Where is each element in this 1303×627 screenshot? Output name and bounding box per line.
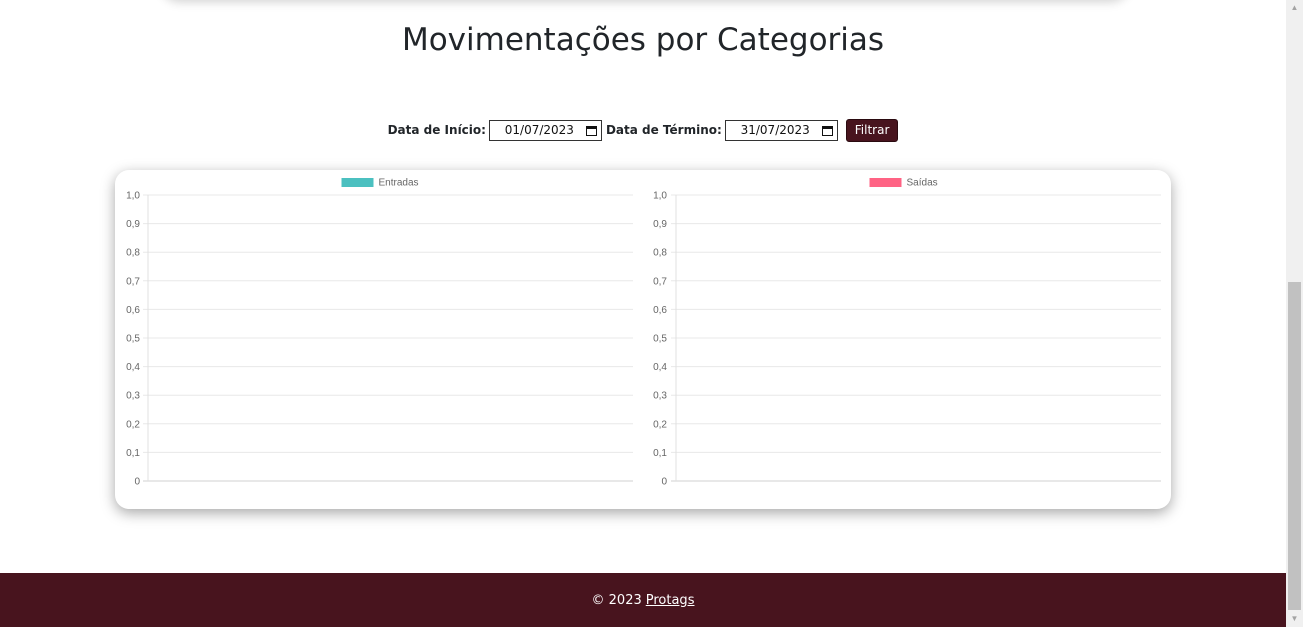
chart-svg: Saídas 0 0,1 0,2 0,3 0,4 0,5 0,6 0,7 0,8 0,9 1,0	[653, 178, 1161, 488]
y-tick-label: 0,8	[653, 248, 667, 259]
footer-link-protags[interactable]: Protags	[646, 593, 695, 608]
y-tick-label: 0,3	[126, 391, 140, 402]
y-tick-label: 0,5	[653, 334, 667, 345]
y-tick-label: 0,4	[653, 362, 667, 373]
y-tick-label: 0,4	[126, 362, 140, 373]
charts-card: Entradas 0 0,1 0,2 0,3 0,4 0,5 0,6 0,7 0,8 0,9 1,0 …	[115, 170, 1171, 509]
calendar-icon[interactable]	[585, 125, 597, 136]
y-tick-label: 0,6	[126, 305, 140, 316]
page-title: Movimentações por Categorias	[401, 22, 885, 58]
y-tick-label: 0,8	[126, 248, 140, 259]
y-tick-label: 0,3	[653, 391, 667, 402]
entradas-chart: Entradas 0 0,1 0,2 0,3 0,4 0,5 0,6 0,7 0,8 0,9 1,0	[115, 170, 640, 509]
y-tick-label: 0,6	[653, 305, 667, 316]
end-date-value: 31/07/2023	[740, 123, 810, 137]
date-filter-bar: Data de Início: 01/07/2023 Data de Térmi…	[0, 118, 1286, 142]
y-tick-label: 0	[134, 477, 140, 488]
legend-label[interactable]: Entradas	[379, 178, 419, 189]
y-tick-label: 1,0	[653, 191, 667, 202]
chart-svg: Entradas 0 0,1 0,2 0,3 0,4 0,5 0,6 0,7 0,8 0,9 1,0	[126, 178, 633, 488]
y-tick-label: 0	[661, 477, 667, 488]
y-tick-label: 0,5	[126, 334, 140, 345]
footer-copyright: © 2023	[591, 592, 642, 608]
scroll-down-icon[interactable]: ▼	[1288, 611, 1301, 626]
y-tick-label: 1,0	[126, 191, 140, 202]
filter-button[interactable]: Filtrar	[845, 118, 899, 142]
start-date-input[interactable]: 01/07/2023	[488, 119, 602, 141]
y-tick-label: 0,9	[653, 219, 667, 230]
y-tick-label: 0,2	[126, 419, 140, 430]
scrollbar-thumb[interactable]	[1288, 282, 1301, 610]
y-tick-label: 0,7	[653, 276, 667, 287]
saidas-chart: Saídas 0 0,1 0,2 0,3 0,4 0,5 0,6 0,7 0,8 0,9 1,0	[645, 170, 1171, 509]
y-tick-label: 0,1	[126, 448, 140, 459]
y-tick-label: 0,2	[653, 419, 667, 430]
legend-swatch[interactable]	[869, 178, 902, 187]
legend-swatch[interactable]	[341, 178, 374, 187]
footer: © 2023 Protags	[0, 573, 1286, 627]
start-date-value: 01/07/2023	[504, 123, 574, 137]
scroll-up-icon[interactable]: ▲	[1288, 0, 1301, 15]
calendar-icon[interactable]	[821, 125, 833, 136]
legend-label[interactable]: Saídas	[907, 178, 938, 189]
end-date-input[interactable]: 31/07/2023	[724, 119, 838, 141]
start-date-label: Data de Início:	[387, 123, 486, 137]
y-tick-label: 0,9	[126, 219, 140, 230]
end-date-label: Data de Término:	[605, 123, 722, 137]
y-tick-label: 0,1	[653, 448, 667, 459]
y-tick-label: 0,7	[126, 276, 140, 287]
